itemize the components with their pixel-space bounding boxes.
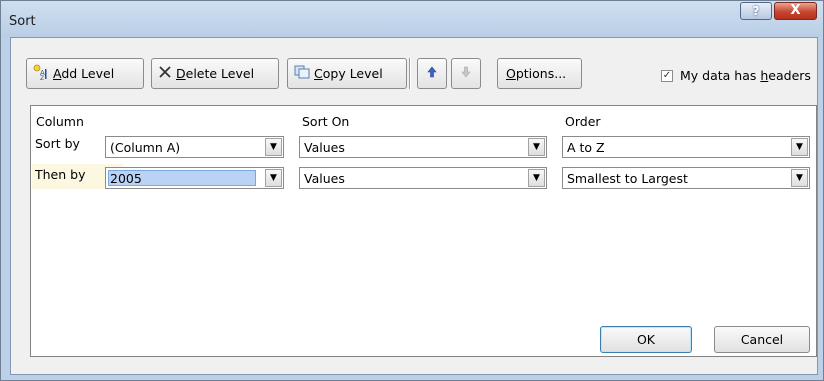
dialog-title: Sort <box>9 14 36 29</box>
help-button[interactable]: ? <box>740 2 772 20</box>
sort-levels-grid: Column Sort On Order Sort by (Column A) … <box>30 105 817 357</box>
toolbar-separator <box>409 58 411 89</box>
then-by-order-select[interactable]: Smallest to Largest ▼ <box>562 167 810 189</box>
sort-on-header: Sort On <box>302 114 350 129</box>
delete-x-icon <box>158 65 172 82</box>
move-down-button[interactable] <box>451 58 481 89</box>
chevron-down-icon[interactable]: ▼ <box>265 169 282 187</box>
sort-by-order-select[interactable]: A to Z ▼ <box>562 136 810 158</box>
headers-checkbox[interactable]: ✓ <box>661 69 673 82</box>
copy-level-button[interactable]: Copy Level <box>287 58 407 89</box>
add-level-label: Add Level <box>53 66 115 81</box>
chevron-down-icon[interactable]: ▼ <box>528 169 545 187</box>
delete-level-label: Delete Level <box>176 66 255 81</box>
row-label-then-by: Then by <box>35 167 86 182</box>
sort-by-column-value: (Column A) <box>110 140 181 155</box>
svg-text:Z: Z <box>40 75 44 80</box>
then-by-column-value: 2005 <box>110 171 142 186</box>
sort-dialog: Sort ? X AZ Add Level Delete Level Copy … <box>0 0 824 381</box>
dialog-body: AZ Add Level Delete Level Copy Level Opt… <box>10 37 818 375</box>
close-button[interactable]: X <box>774 2 817 20</box>
then-by-sort-on-select[interactable]: Values ▼ <box>299 167 547 189</box>
sort-by-sort-on-select[interactable]: Values ▼ <box>299 136 547 158</box>
sort-by-order-value: A to Z <box>567 140 605 155</box>
headers-checkbox-label: My data has headers <box>680 68 811 83</box>
copy-icon <box>294 65 310 82</box>
order-header: Order <box>565 114 601 129</box>
then-by-order-value: Smallest to Largest <box>567 171 688 186</box>
copy-level-label: Copy Level <box>314 66 383 81</box>
ok-button[interactable]: OK <box>600 326 692 353</box>
row-label-sort-by: Sort by <box>35 136 80 151</box>
delete-level-button[interactable]: Delete Level <box>151 58 279 89</box>
sort-by-sort-on-value: Values <box>304 140 345 155</box>
then-by-column-select[interactable]: 2005 ▼ <box>105 167 284 189</box>
options-label: Options... <box>506 66 567 81</box>
chevron-down-icon[interactable]: ▼ <box>791 169 808 187</box>
cancel-button[interactable]: Cancel <box>714 326 810 353</box>
title-bar[interactable]: Sort ? X <box>1 1 823 37</box>
column-header: Column <box>36 114 84 129</box>
chevron-down-icon[interactable]: ▼ <box>791 138 808 156</box>
add-level-icon: AZ <box>33 64 49 83</box>
chevron-down-icon[interactable]: ▼ <box>265 138 282 156</box>
arrow-down-icon <box>461 66 471 81</box>
sort-by-column-select[interactable]: (Column A) ▼ <box>105 136 284 158</box>
options-button[interactable]: Options... <box>497 58 582 89</box>
add-level-button[interactable]: AZ Add Level <box>26 58 144 89</box>
headers-checkbox-group[interactable]: ✓ My data has headers <box>661 68 811 83</box>
move-up-button[interactable] <box>417 58 447 89</box>
chevron-down-icon[interactable]: ▼ <box>528 138 545 156</box>
then-by-sort-on-value: Values <box>304 171 345 186</box>
arrow-up-icon <box>427 66 437 81</box>
